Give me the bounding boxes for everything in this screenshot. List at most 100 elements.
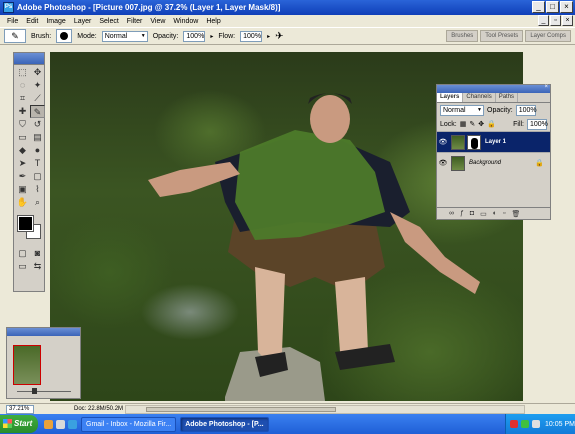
history-brush-tool-icon[interactable]: ↺ <box>30 118 45 131</box>
dodge-tool-icon[interactable]: ● <box>30 144 45 157</box>
layer-row-background[interactable]: 👁 Background 🔒 <box>437 152 550 173</box>
task-gmail[interactable]: Gmail - Inbox - Mozilla Fir... <box>81 416 177 432</box>
menu-window[interactable]: Window <box>169 18 202 25</box>
lock-transparency-icon[interactable]: ▦ <box>460 120 467 128</box>
zoom-field[interactable]: 37.21% <box>6 404 34 414</box>
airbrush-icon[interactable]: ✈ <box>275 31 283 42</box>
tool-presets-well-tab[interactable]: Tool Presets <box>480 30 524 42</box>
notes-tool-icon[interactable]: ▣ <box>15 183 30 196</box>
desktop-icon[interactable] <box>56 419 65 429</box>
opacity-slider-arrow[interactable]: ▸ <box>210 33 213 40</box>
tab-paths[interactable]: Paths <box>496 93 519 102</box>
foreground-color-swatch[interactable] <box>17 215 34 232</box>
tab-layers[interactable]: Layers <box>437 93 464 102</box>
navigator-thumbnail[interactable] <box>13 345 41 385</box>
new-set-icon[interactable]: ▭ <box>480 210 487 218</box>
menu-view[interactable]: View <box>146 18 169 25</box>
horizontal-scrollbar[interactable] <box>125 405 525 414</box>
flow-input[interactable]: 100% <box>240 30 263 42</box>
eye-icon[interactable]: 👁 <box>437 138 449 146</box>
menu-filter[interactable]: Filter <box>123 18 147 25</box>
menu-select[interactable]: Select <box>95 18 122 25</box>
standard-mode-icon[interactable]: ▢ <box>15 247 30 260</box>
path-selection-tool-icon[interactable]: ➤ <box>15 157 30 170</box>
lock-all-icon[interactable]: 🔒 <box>487 120 496 128</box>
slider-knob[interactable] <box>32 388 37 394</box>
ie-icon[interactable] <box>68 419 77 429</box>
lock-image-icon[interactable]: ✎ <box>469 120 475 128</box>
zoom-tool-icon[interactable]: ⌕ <box>30 196 45 209</box>
move-tool-icon[interactable]: ✥ <box>30 66 45 79</box>
eyedropper-tool-icon[interactable]: ⌇ <box>30 183 45 196</box>
lock-position-icon[interactable]: ✥ <box>478 120 484 128</box>
blur-tool-icon[interactable]: ◆ <box>15 144 30 157</box>
layer-mask-thumbnail[interactable] <box>467 134 481 150</box>
marquee-tool-icon[interactable]: ⬚ <box>15 66 30 79</box>
gradient-tool-icon[interactable]: ▤ <box>30 131 45 144</box>
firefox-icon[interactable] <box>44 419 53 429</box>
flow-slider-arrow[interactable]: ▸ <box>267 33 270 40</box>
fill-input[interactable]: 100% <box>527 118 548 130</box>
opacity-label: Opacity: <box>152 32 179 40</box>
navigator-zoom-slider[interactable] <box>11 388 77 394</box>
doc-restore-button[interactable]: ▫ <box>550 15 561 26</box>
brushes-well-tab[interactable]: Brushes <box>446 30 479 42</box>
minimize-button[interactable]: _ <box>532 1 545 13</box>
brush-tool-icon-selected[interactable]: ✎ <box>30 105 45 118</box>
layer-opacity-input[interactable]: 100% <box>515 104 537 116</box>
close-icon[interactable]: × <box>544 84 548 90</box>
menu-file[interactable]: File <box>3 18 22 25</box>
adjustment-layer-icon[interactable]: ◐ <box>493 210 497 217</box>
antivirus-icon[interactable] <box>510 420 518 428</box>
close-button[interactable]: × <box>560 1 573 13</box>
layers-panel-header[interactable]: × <box>437 84 550 93</box>
layer-comps-well-tab[interactable]: Layer Comps <box>525 30 571 42</box>
mode-select[interactable]: Normal <box>101 30 148 42</box>
blend-mode-select[interactable]: Normal <box>440 104 484 116</box>
opacity-input[interactable]: 100% <box>183 30 206 42</box>
magic-wand-tool-icon[interactable]: ✦ <box>30 79 45 92</box>
trash-icon[interactable]: 🗑 <box>511 210 520 218</box>
eye-icon[interactable]: 👁 <box>437 159 449 167</box>
tool-preset-picker[interactable]: ✎ <box>4 29 26 43</box>
scrollbar-thumb[interactable] <box>146 407 336 412</box>
crop-tool-icon[interactable]: ⌗ <box>15 92 30 105</box>
start-button[interactable]: Start <box>0 415 38 433</box>
task-photoshop[interactable]: Adobe Photoshop - [P... <box>180 416 269 432</box>
doc-size-info[interactable]: Doc: 22.8M/50.2M <box>74 406 123 412</box>
blend-row: Normal Opacity: 100% <box>437 103 550 117</box>
navigator-header[interactable] <box>7 328 80 336</box>
brush-picker[interactable] <box>56 29 73 43</box>
clone-stamp-tool-icon[interactable]: ⛉ <box>15 118 30 131</box>
layer-name: Background <box>469 160 502 166</box>
screen-mode-icon[interactable]: ▭ <box>15 260 30 273</box>
doc-minimize-button[interactable]: _ <box>538 15 549 26</box>
new-layer-icon[interactable]: ▫ <box>503 210 505 217</box>
brush-label: Brush: <box>31 32 52 40</box>
menu-image[interactable]: Image <box>42 18 69 25</box>
slice-tool-icon[interactable]: ⟋ <box>30 92 45 105</box>
network-icon[interactable] <box>521 420 529 428</box>
imageready-icon[interactable]: ⇆ <box>30 260 45 273</box>
menu-edit[interactable]: Edit <box>22 18 42 25</box>
type-tool-icon[interactable]: T <box>30 157 45 170</box>
add-mask-icon[interactable]: ◘ <box>470 210 474 217</box>
doc-close-button[interactable]: × <box>562 15 573 26</box>
tab-channels[interactable]: Channels <box>463 93 496 102</box>
lasso-tool-icon[interactable]: ◌ <box>15 79 30 92</box>
pen-tool-icon[interactable]: ✒ <box>15 170 30 183</box>
eraser-tool-icon[interactable]: ▭ <box>15 131 30 144</box>
maximize-button[interactable]: □ <box>546 1 559 13</box>
toolbox-header[interactable] <box>14 53 44 65</box>
menu-layer[interactable]: Layer <box>70 18 96 25</box>
healing-brush-tool-icon[interactable]: ✚ <box>15 105 30 118</box>
shape-tool-icon[interactable]: ▢ <box>30 170 45 183</box>
hand-tool-icon[interactable]: ✋ <box>15 196 30 209</box>
clock[interactable]: 10:05 PM <box>545 421 575 428</box>
volume-icon[interactable] <box>532 420 540 428</box>
layer-row-layer-1[interactable]: 👁 Layer 1 <box>437 131 550 152</box>
menu-help[interactable]: Help <box>202 18 224 25</box>
quick-mask-icon[interactable]: ◙ <box>30 247 45 260</box>
link-icon[interactable]: ∞ <box>449 210 454 217</box>
layer-style-icon[interactable]: ƒ <box>460 210 464 217</box>
